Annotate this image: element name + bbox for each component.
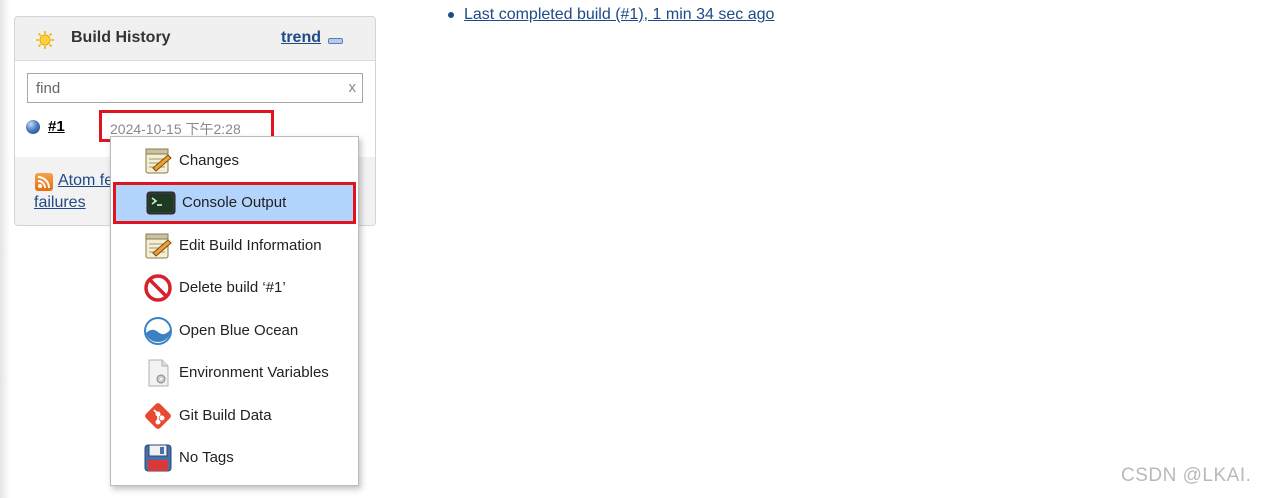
build-history-title: Build History xyxy=(71,29,171,46)
terminal-icon xyxy=(146,191,176,215)
menu-item-edit-build-information[interactable]: Edit Build Information xyxy=(111,225,358,267)
git-icon xyxy=(145,403,171,429)
menu-item-delete-build[interactable]: Delete build ‘#1’ xyxy=(111,267,358,309)
last-completed-build-link[interactable]: Last completed build (#1), 1 min 34 sec … xyxy=(464,6,774,24)
blue-ocean-icon xyxy=(144,317,172,345)
menu-item-git-build-data[interactable]: Git Build Data xyxy=(111,395,358,437)
left-edge-shade xyxy=(0,0,10,498)
menu-item-label: Git Build Data xyxy=(179,407,272,424)
menu-item-no-tags[interactable]: No Tags xyxy=(111,437,358,479)
notepad-icon xyxy=(145,148,172,174)
build-search-box: x xyxy=(27,73,363,103)
atom-feed-link[interactable]: Atom fe xyxy=(58,172,113,190)
build-history-header: Build History trend xyxy=(15,17,375,61)
menu-item-label: Environment Variables xyxy=(179,364,329,381)
permalinks-list: Last completed build (#1), 1 min 34 sec … xyxy=(446,0,826,30)
menu-item-environment-variables[interactable]: Environment Variables xyxy=(111,352,358,394)
menu-item-console-output[interactable]: Console Output xyxy=(113,182,356,224)
menu-item-label: Console Output xyxy=(182,194,287,211)
notepad-icon xyxy=(145,233,172,259)
clear-search-icon[interactable]: x xyxy=(349,79,357,96)
menu-item-label: Delete build ‘#1’ xyxy=(179,279,286,296)
menu-item-label: Changes xyxy=(179,152,240,169)
menu-item-open-blue-ocean[interactable]: Open Blue Ocean xyxy=(111,310,358,352)
build-context-menu: Changes Console Output Edit Build Inform… xyxy=(110,136,359,486)
build-search-input[interactable] xyxy=(28,74,338,102)
menu-item-label: Edit Build Information xyxy=(179,237,322,254)
document-gear-icon xyxy=(148,359,169,387)
menu-item-label: No Tags xyxy=(179,449,234,466)
build-status-blue-ball-icon xyxy=(26,120,40,134)
menu-item-label: Open Blue Ocean xyxy=(179,322,299,339)
collapse-minus-icon[interactable] xyxy=(328,38,343,44)
floppy-disk-icon xyxy=(144,444,172,472)
rss-feed-icon xyxy=(35,173,53,191)
build-number-link[interactable]: #1 xyxy=(48,118,65,135)
csdn-watermark: CSDN @LKAI. xyxy=(1121,465,1252,486)
sun-weather-icon xyxy=(36,31,54,49)
no-entry-icon xyxy=(144,274,172,302)
trend-link[interactable]: trend xyxy=(281,29,321,47)
list-bullet xyxy=(448,12,454,18)
menu-item-changes[interactable]: Changes xyxy=(111,140,358,182)
failures-feed-link[interactable]: failures xyxy=(34,194,86,212)
